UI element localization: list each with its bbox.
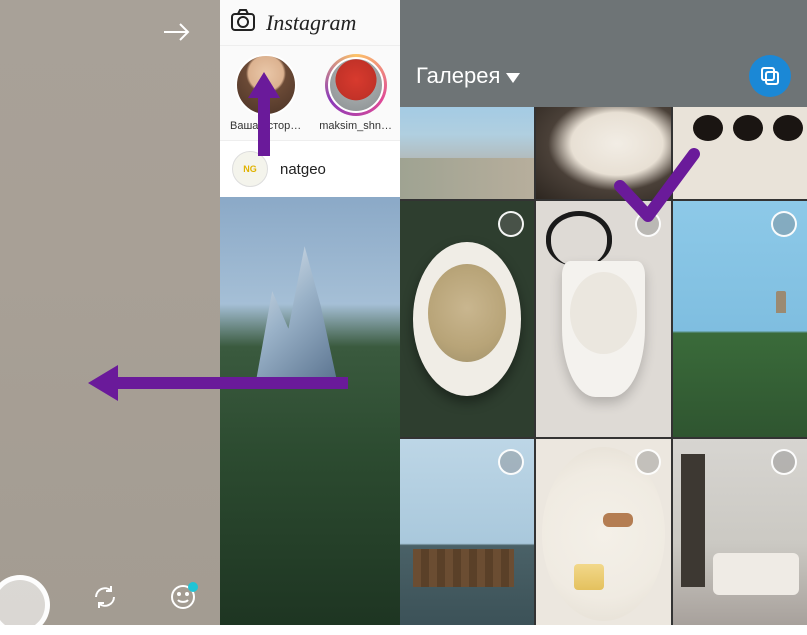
instagram-header: Instagram: [220, 0, 400, 46]
feed-post-header[interactable]: NG natgeo: [220, 140, 400, 197]
gallery-panel: Галерея: [400, 0, 807, 625]
feed-username[interactable]: natgeo: [280, 161, 326, 178]
gallery-thumb[interactable]: [536, 201, 670, 437]
story-label: Ваша истор…: [230, 120, 301, 132]
instagram-feed-panel: Instagram Ваша истор… maksim_shn… NG nat…: [220, 0, 400, 625]
gallery-preview-strip: [400, 0, 807, 45]
next-arrow-icon: [162, 20, 192, 44]
thumb-content: [413, 242, 520, 395]
selection-circle[interactable]: [498, 211, 524, 237]
gallery-thumb[interactable]: [400, 201, 534, 437]
gallery-thumb[interactable]: [400, 107, 534, 199]
gallery-title-text: Галерея: [416, 63, 500, 89]
camera-shutter-button[interactable]: [0, 575, 50, 635]
open-camera-button[interactable]: [230, 8, 256, 37]
stories-row[interactable]: Ваша истор… maksim_shn…: [220, 46, 400, 140]
selection-circle[interactable]: [771, 211, 797, 237]
gallery-thumb[interactable]: [673, 107, 807, 199]
selection-circle[interactable]: [771, 449, 797, 475]
multi-select-icon: [759, 65, 781, 87]
story-avatar: [328, 57, 384, 113]
gallery-toolbar: Галерея: [400, 45, 807, 107]
caret-down-icon: [506, 63, 520, 89]
flip-camera-button[interactable]: [92, 584, 118, 615]
gallery-thumb[interactable]: [673, 439, 807, 625]
selection-circle[interactable]: [498, 449, 524, 475]
selection-circle[interactable]: [635, 449, 661, 475]
gallery-grid: [400, 107, 807, 625]
camera-icon: [230, 8, 256, 32]
story-camera-panel: [0, 0, 220, 625]
gallery-thumb[interactable]: [536, 439, 670, 625]
sticker-button[interactable]: [170, 584, 196, 615]
notification-dot: [188, 582, 198, 592]
gallery-folder-selector[interactable]: Галерея: [416, 63, 520, 89]
feed-post-image[interactable]: [220, 197, 400, 625]
story-item-yours[interactable]: Ваша истор…: [230, 54, 301, 132]
thumb-content: [562, 261, 645, 398]
gallery-thumb[interactable]: [400, 439, 534, 625]
selection-circle[interactable]: [635, 211, 661, 237]
story-avatar: [235, 54, 297, 116]
instagram-logo: Instagram: [266, 10, 356, 36]
multi-select-button[interactable]: [749, 55, 791, 97]
story-label: maksim_shn…: [319, 120, 392, 132]
feed-user-avatar[interactable]: NG: [232, 151, 268, 187]
story-item-user[interactable]: maksim_shn…: [319, 54, 392, 132]
flip-camera-icon: [92, 584, 118, 610]
next-arrow-button[interactable]: [162, 20, 192, 49]
gallery-thumb[interactable]: [536, 107, 670, 199]
gallery-thumb[interactable]: [673, 201, 807, 437]
